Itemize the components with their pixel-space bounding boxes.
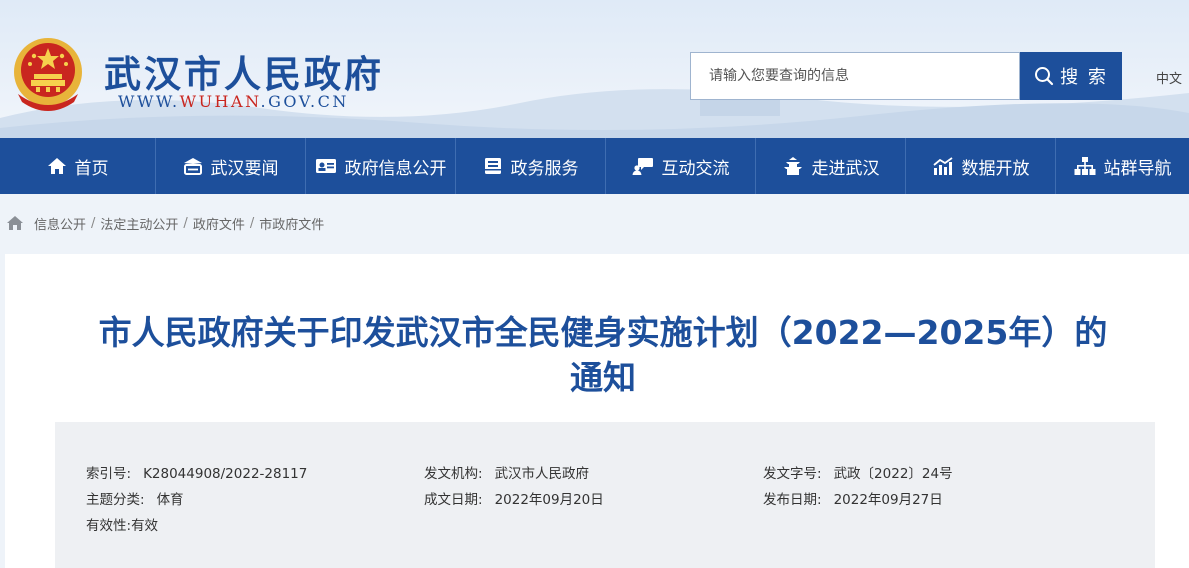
nav-item-label: 首页 (74, 158, 109, 179)
meta-label: 发文字号: (763, 466, 822, 482)
meta-label: 索引号: (86, 466, 132, 482)
meta-document-number: 发文字号: 武政〔2022〕24号 (763, 462, 953, 482)
meta-label: 发布日期: (763, 492, 822, 508)
breadcrumb-item-city-gov-documents[interactable]: 市政府文件 (259, 214, 324, 233)
search-button-label: 搜 索 (1060, 67, 1108, 88)
meta-value: 体育 (156, 492, 184, 508)
nav-item-about-wuhan[interactable]: 走进武汉 (756, 138, 906, 194)
nav-item-label: 政务服务 (510, 158, 579, 179)
nav-item-label: 互动交流 (661, 158, 730, 179)
meta-value: K28044908/2022-28117 (143, 466, 308, 482)
meta-value: 2022年09月27日 (833, 492, 943, 508)
breadcrumb-item-gov-documents[interactable]: 政府文件 (193, 214, 245, 233)
meta-value: 武政〔2022〕24号 (833, 466, 953, 482)
nav-item-wuhan-news[interactable]: 武汉要闻 (156, 138, 306, 194)
breadcrumb: 信息公开 / 法定主动公开 / 政府文件 / 市政府文件 (6, 213, 324, 233)
meta-label: 发文机构: (424, 466, 483, 482)
meta-publish-date: 发布日期: 2022年09月27日 (763, 488, 943, 508)
meta-issuing-agency: 发文机构: 武汉市人民政府 (424, 462, 589, 482)
site-title[interactable]: 武汉市人民政府 (104, 44, 384, 98)
search-box (690, 52, 1020, 100)
info-card-icon (315, 159, 336, 173)
chat-icon (632, 158, 653, 175)
sitemap-icon (1074, 157, 1095, 175)
language-switch[interactable]: 中文 (1156, 68, 1182, 87)
nav-item-label: 政府信息公开 (344, 158, 447, 179)
nav-item-label: 武汉要闻 (210, 158, 279, 179)
nav-item-site-navigation[interactable]: 站群导航 (1056, 138, 1189, 194)
tower-icon (783, 157, 802, 175)
meta-topic: 主题分类: 体育 (86, 488, 184, 508)
meta-created-date: 成文日期: 2022年09月20日 (424, 488, 604, 508)
meta-value: 2022年09月20日 (494, 492, 604, 508)
breadcrumb-separator: / (183, 215, 188, 231)
meta-value: 有效 (131, 518, 159, 534)
meta-label: 主题分类: (86, 492, 145, 508)
meta-index-number: 索引号: K28044908/2022-28117 (86, 462, 307, 482)
document-meta-panel: 索引号: K28044908/2022-28117 发文机构: 武汉市人民政府 发文… (55, 422, 1155, 568)
data-chart-icon (932, 157, 953, 175)
meta-value: 武汉市人民政府 (494, 466, 590, 482)
search-icon (1035, 67, 1054, 86)
nav-item-open-data[interactable]: 数据开放 (906, 138, 1056, 194)
nav-item-gov-service[interactable]: 政务服务 (456, 138, 606, 194)
nav-item-label: 走进武汉 (811, 158, 880, 179)
meta-validity: 有效性:有效 (86, 514, 158, 534)
home-icon[interactable] (6, 215, 24, 231)
service-icon (484, 158, 501, 174)
nav-item-home[interactable]: 首页 (0, 138, 156, 194)
breadcrumb-separator: / (249, 215, 255, 231)
meta-label: 有效性: (86, 518, 132, 534)
breadcrumb-item-statutory-disclosure[interactable]: 法定主动公开 (100, 214, 178, 233)
site-url: WWW.WUHAN.GOV.CN (118, 92, 349, 111)
news-icon (183, 158, 202, 175)
main-nav: 首页 武汉要闻 政府信息公开 政务服务 互动交流 走进武汉 数据开放 站群导航 (0, 138, 1189, 194)
meta-label: 成文日期: (424, 492, 483, 508)
breadcrumb-separator: / (91, 215, 96, 231)
search-input[interactable] (691, 53, 1019, 99)
article-title: 市人民政府关于印发武汉市全民健身实施计划（2022—2025年）的通知 (98, 313, 1108, 397)
site-url-prefix: WWW. (118, 92, 180, 111)
nav-item-label: 数据开放 (961, 158, 1030, 179)
search-button[interactable]: 搜 索 (1020, 52, 1122, 100)
site-url-highlight: WUHAN (179, 92, 261, 111)
nav-item-interaction[interactable]: 互动交流 (606, 138, 756, 194)
breadcrumb-item-info-disclosure[interactable]: 信息公开 (34, 214, 86, 233)
nav-item-label: 站群导航 (1103, 158, 1172, 179)
home-icon (47, 158, 66, 174)
national-emblem-logo (14, 38, 82, 111)
site-url-suffix: .GOV.CN (260, 92, 349, 111)
nav-item-gov-info[interactable]: 政府信息公开 (306, 138, 456, 194)
